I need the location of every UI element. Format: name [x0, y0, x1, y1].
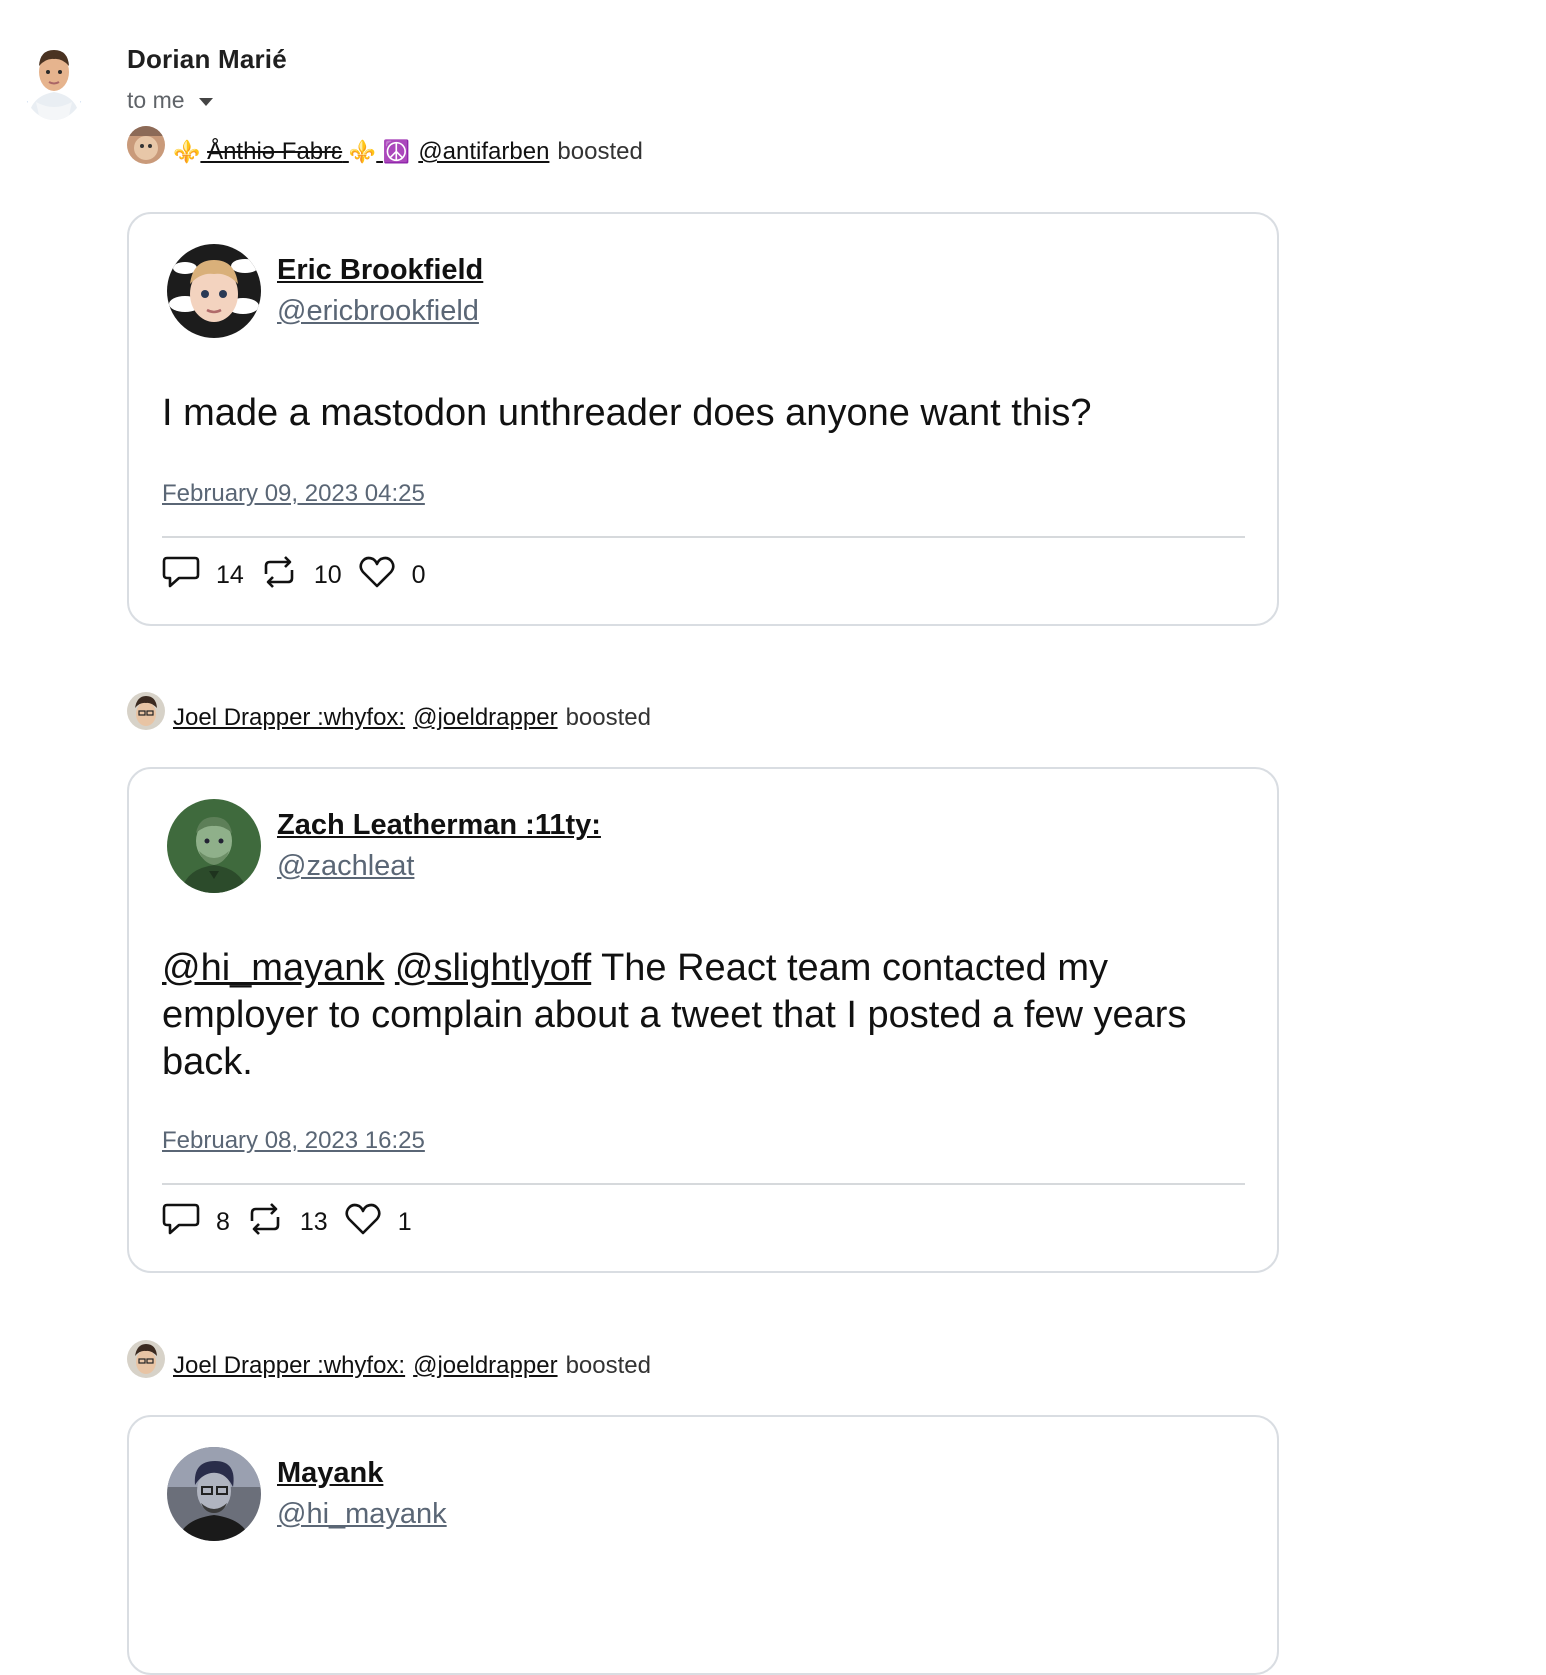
booster-handle-link[interactable]: @antifarben	[418, 138, 549, 166]
booster-name-link[interactable]: ⚜️ Ånthiə Fabrɛ ⚜️ ☮️	[173, 138, 410, 166]
post-timestamp[interactable]: February 08, 2023 16:25	[162, 1127, 425, 1155]
booster-name-link[interactable]: Joel Drapper :whyfox:	[173, 1352, 405, 1380]
peace-icon: ☮️	[382, 139, 411, 164]
boost-count: 10	[313, 560, 342, 589]
post-timestamp[interactable]: February 09, 2023 04:25	[162, 480, 425, 508]
boosted-label: boosted	[565, 1352, 651, 1379]
favourite-count: 0	[411, 560, 426, 589]
recipient-dropdown[interactable]: to me	[127, 87, 213, 114]
boost-icon[interactable]	[246, 1201, 284, 1237]
recipient-label: to me	[127, 87, 185, 113]
sender-name: Dorian Marié	[127, 44, 287, 74]
fleur-de-lis-icon: ⚜️	[348, 139, 377, 164]
post-author: Eric Brookfield @ericbrookfield	[167, 244, 483, 338]
author-name[interactable]: Mayank	[277, 1457, 447, 1490]
author-avatar[interactable]	[167, 1447, 261, 1541]
post-card: Eric Brookfield @ericbrookfield I made a…	[127, 212, 1279, 626]
boosted-label: boosted	[557, 138, 643, 165]
boost-attribution: ⚜️ Ånthiə Fabrɛ ⚜️ ☮️ @antifarben booste…	[127, 126, 643, 166]
heart-icon[interactable]	[358, 554, 396, 590]
booster-avatar[interactable]	[127, 1340, 165, 1378]
booster-handle-link[interactable]: @joeldrapper	[413, 1352, 557, 1380]
booster-name: Ånthiə Fabrɛ	[207, 138, 343, 165]
mention-link[interactable]: @slightlyoff	[395, 947, 591, 989]
boost-attribution: Joel Drapper :whyfox: @joeldrapper boost…	[127, 692, 651, 732]
booster-avatar[interactable]	[127, 692, 165, 730]
sender-avatar[interactable]	[22, 40, 86, 120]
author-avatar[interactable]	[167, 244, 261, 338]
boosted-label: boosted	[565, 704, 651, 731]
post-text: I made a mastodon unthreader does anyone…	[162, 392, 1092, 434]
fleur-de-lis-icon: ⚜️	[173, 139, 201, 164]
author-handle[interactable]: @hi_mayank	[277, 1498, 447, 1531]
heart-icon[interactable]	[344, 1201, 382, 1237]
author-handle[interactable]: @ericbrookfield	[277, 295, 483, 328]
post-text: @hi_mayank @slightlyoff The React team c…	[162, 945, 1237, 1086]
chevron-down-icon[interactable]	[198, 97, 213, 106]
booster-avatar[interactable]	[127, 126, 165, 164]
boost-icon[interactable]	[260, 554, 298, 590]
favourite-count: 1	[397, 1207, 412, 1236]
reply-count: 14	[216, 560, 244, 589]
post-card: Zach Leatherman :11ty: @zachleat @hi_may…	[127, 767, 1279, 1273]
divider	[162, 1183, 1245, 1185]
booster-handle-link[interactable]: @joeldrapper	[413, 704, 557, 732]
post-author: Mayank @hi_mayank	[167, 1447, 447, 1541]
divider	[162, 536, 1245, 538]
post-stats: 14 10 0	[162, 554, 442, 590]
reply-count: 8	[216, 1207, 230, 1236]
post-stats: 8 13 1	[162, 1201, 428, 1237]
reply-icon[interactable]	[162, 554, 200, 590]
mention-link[interactable]: @hi_mayank	[162, 947, 384, 989]
post-card: Mayank @hi_mayank	[127, 1415, 1279, 1675]
author-name[interactable]: Eric Brookfield	[277, 254, 483, 287]
author-name[interactable]: Zach Leatherman :11ty:	[277, 809, 601, 842]
author-avatar[interactable]	[167, 799, 261, 893]
booster-name-link[interactable]: Joel Drapper :whyfox:	[173, 704, 405, 732]
reply-icon[interactable]	[162, 1201, 200, 1237]
boost-count: 13	[299, 1207, 328, 1236]
author-handle[interactable]: @zachleat	[277, 850, 601, 883]
boost-attribution: Joel Drapper :whyfox: @joeldrapper boost…	[127, 1340, 651, 1380]
post-author: Zach Leatherman :11ty: @zachleat	[167, 799, 601, 893]
